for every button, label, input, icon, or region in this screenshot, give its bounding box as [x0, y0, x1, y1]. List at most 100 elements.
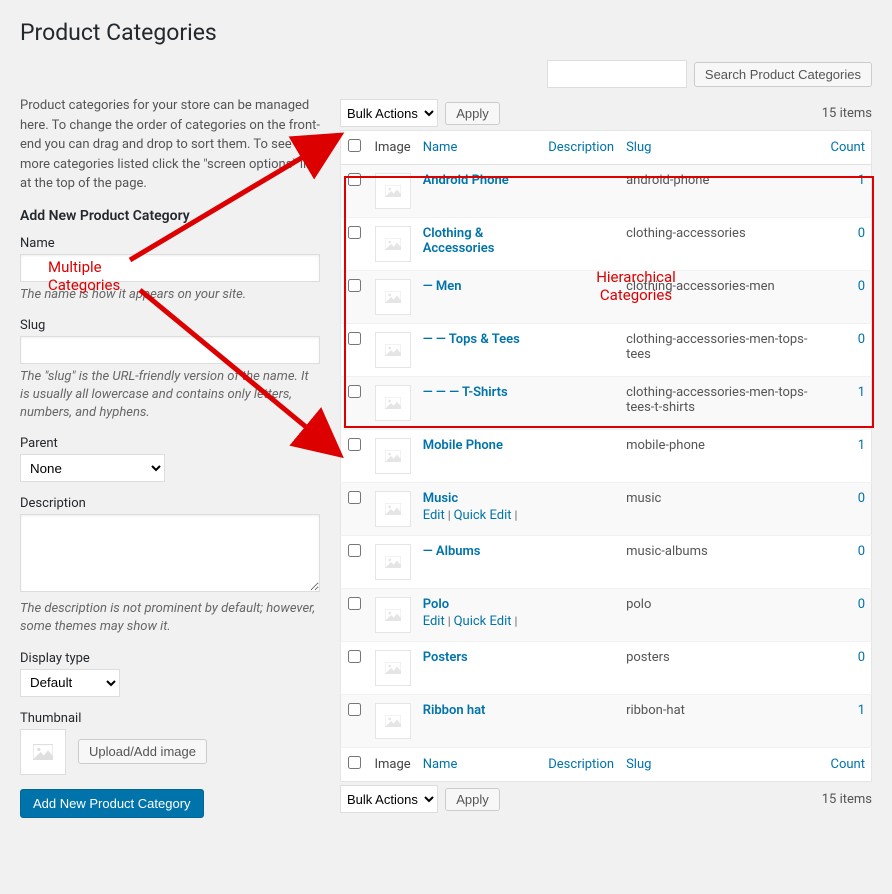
row-checkbox[interactable]	[348, 597, 361, 610]
col-name-foot[interactable]: Name	[423, 757, 458, 772]
search-input[interactable]	[547, 60, 687, 88]
bulk-actions-select-bottom[interactable]: Bulk Actions	[340, 785, 438, 813]
row-count-link[interactable]: 0	[858, 332, 865, 347]
quick-edit-link[interactable]: Quick Edit	[454, 508, 512, 523]
edit-link[interactable]: Edit	[423, 508, 445, 523]
row-image-placeholder	[375, 491, 411, 527]
row-description	[542, 324, 620, 377]
col-description-foot[interactable]: Description	[548, 757, 614, 772]
row-checkbox[interactable]	[348, 173, 361, 186]
table-row: Mobile Phonemobile-phone1	[341, 430, 872, 483]
row-name-link[interactable]: Android Phone	[423, 173, 509, 188]
row-image-placeholder	[375, 332, 411, 368]
thumbnail-preview	[20, 729, 66, 775]
row-description	[542, 165, 620, 218]
items-count-bottom: 15 items	[822, 792, 872, 807]
display-label: Display type	[20, 651, 320, 666]
table-row: Android Phoneandroid-phone1	[341, 165, 872, 218]
col-description[interactable]: Description	[548, 140, 614, 155]
table-row: — Menclothing-accessories-men0	[341, 271, 872, 324]
table-row: — — — T-Shirts clothing-accessories-men-t…	[341, 377, 872, 430]
col-count-foot[interactable]: Count	[831, 757, 865, 772]
row-name-link[interactable]: Polo	[423, 597, 449, 612]
row-slug: clothing-accessories-men-tops-tees-t-shi…	[620, 377, 821, 430]
row-slug: music	[620, 483, 821, 536]
table-row: Posters posters 0	[341, 642, 872, 695]
row-count-link[interactable]: 0	[858, 597, 865, 612]
slug-desc: The "slug" is the URL-friendly version o…	[20, 368, 320, 423]
row-description	[542, 642, 620, 695]
row-description	[542, 589, 620, 642]
intro-text: Product categories for your store can be…	[20, 96, 320, 194]
col-slug-foot[interactable]: Slug	[626, 757, 651, 772]
row-name-link[interactable]: Ribbon hat	[423, 703, 486, 718]
row-count-link[interactable]: 1	[858, 703, 865, 718]
display-select[interactable]: Default	[20, 669, 120, 697]
quick-edit-link[interactable]: Quick Edit	[454, 614, 512, 629]
row-count-link[interactable]: 1	[858, 173, 865, 188]
row-count-link[interactable]: 0	[858, 226, 865, 241]
row-checkbox[interactable]	[348, 332, 361, 345]
row-slug: clothing-accessories	[620, 218, 821, 271]
row-checkbox[interactable]	[348, 650, 361, 663]
apply-button-bottom[interactable]: Apply	[445, 788, 500, 811]
table-row: — Albumsmusic-albums0	[341, 536, 872, 589]
table-row: MusicEdit | Quick Edit | music0	[341, 483, 872, 536]
row-checkbox[interactable]	[348, 438, 361, 451]
row-count-link[interactable]: 0	[858, 491, 865, 506]
apply-button-top[interactable]: Apply	[445, 102, 500, 125]
row-count-link[interactable]: 0	[858, 279, 865, 294]
row-slug: posters	[620, 642, 821, 695]
row-image-placeholder	[375, 173, 411, 209]
row-description	[542, 218, 620, 271]
row-checkbox[interactable]	[348, 703, 361, 716]
row-name-link[interactable]: — — — T-Shirts	[423, 385, 508, 400]
row-name-link[interactable]: Music	[423, 491, 458, 506]
row-name-link[interactable]: Mobile Phone	[423, 438, 503, 453]
row-slug: ribbon-hat	[620, 695, 821, 748]
select-all-top[interactable]	[348, 139, 361, 152]
row-image-placeholder	[375, 438, 411, 474]
col-image-foot: Image	[369, 748, 417, 782]
row-slug: clothing-accessories-men-tops-tees	[620, 324, 821, 377]
add-category-button[interactable]: Add New Product Category	[20, 789, 204, 818]
parent-label: Parent	[20, 436, 320, 451]
page-title: Product Categories	[20, 10, 872, 50]
row-checkbox[interactable]	[348, 279, 361, 292]
col-count[interactable]: Count	[831, 140, 865, 155]
description-label: Description	[20, 496, 320, 511]
col-name[interactable]: Name	[423, 140, 458, 155]
row-name-link[interactable]: Clothing & Accessories	[423, 226, 495, 256]
row-slug: polo	[620, 589, 821, 642]
row-description	[542, 430, 620, 483]
row-name-link[interactable]: Posters	[423, 650, 468, 665]
name-label: Name	[20, 236, 320, 251]
row-count-link[interactable]: 0	[858, 650, 865, 665]
row-checkbox[interactable]	[348, 544, 361, 557]
bulk-actions-select-top[interactable]: Bulk Actions	[340, 99, 438, 127]
parent-select[interactable]: None	[20, 454, 165, 482]
col-slug[interactable]: Slug	[626, 140, 651, 155]
edit-link[interactable]: Edit	[423, 614, 445, 629]
row-description	[542, 536, 620, 589]
row-count-link[interactable]: 1	[858, 385, 865, 400]
name-desc: The name is how it appears on your site.	[20, 286, 320, 304]
row-image-placeholder	[375, 703, 411, 739]
row-image-placeholder	[375, 597, 411, 633]
row-description	[542, 483, 620, 536]
row-name-link[interactable]: — Albums	[423, 544, 481, 559]
select-all-bottom[interactable]	[348, 756, 361, 769]
row-name-link[interactable]: — — Tops & Tees	[423, 332, 520, 347]
row-count-link[interactable]: 0	[858, 544, 865, 559]
description-desc: The description is not prominent by defa…	[20, 600, 320, 636]
description-textarea[interactable]	[20, 514, 320, 592]
name-input[interactable]	[20, 254, 320, 282]
upload-image-button[interactable]: Upload/Add image	[78, 739, 207, 764]
row-name-link[interactable]: — Men	[423, 279, 462, 294]
row-count-link[interactable]: 1	[858, 438, 865, 453]
slug-input[interactable]	[20, 336, 320, 364]
search-button[interactable]: Search Product Categories	[694, 62, 872, 87]
row-checkbox[interactable]	[348, 226, 361, 239]
row-checkbox[interactable]	[348, 491, 361, 504]
row-checkbox[interactable]	[348, 385, 361, 398]
